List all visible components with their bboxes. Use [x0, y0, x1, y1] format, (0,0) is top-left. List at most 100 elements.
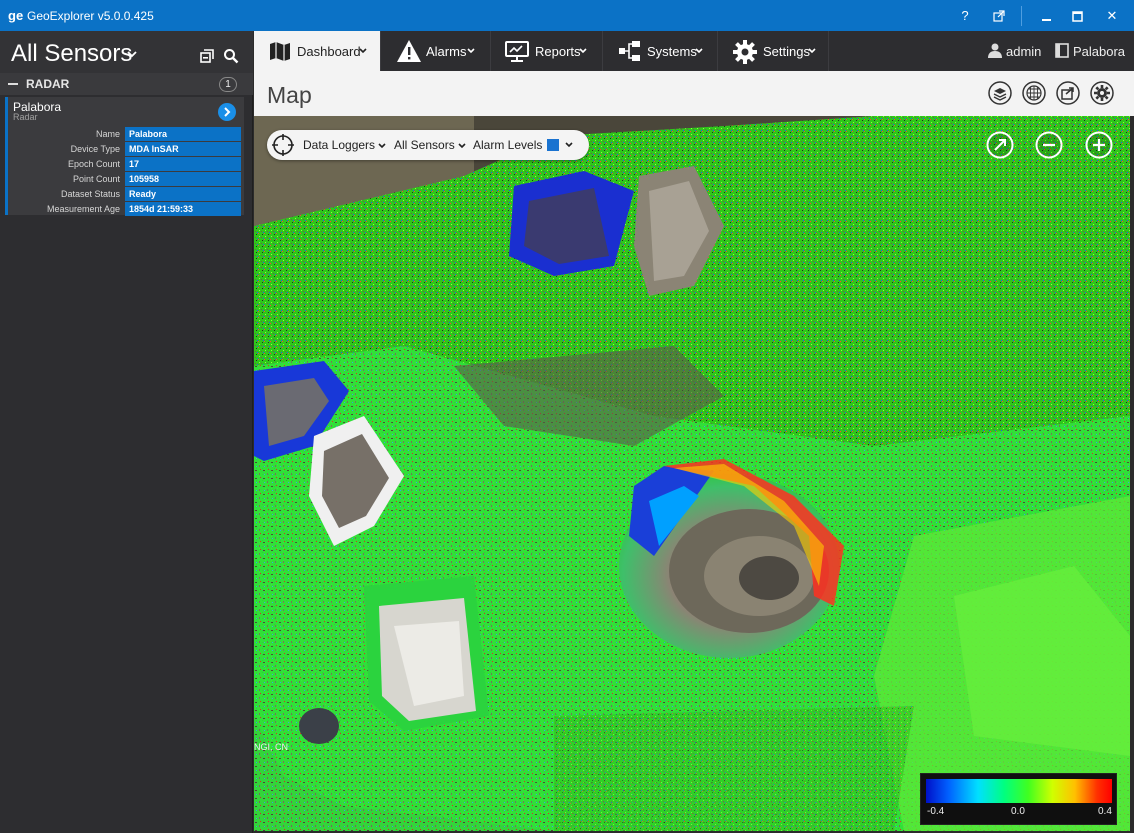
sensor-type: Radar — [13, 112, 38, 122]
grid-globe-icon[interactable] — [1022, 81, 1046, 105]
detail-key: Measurement Age — [46, 204, 120, 214]
locate-icon[interactable] — [271, 133, 295, 157]
nav-label: Dashboard — [297, 44, 361, 59]
zoom-in-icon[interactable] — [1085, 131, 1113, 159]
reset-north-icon[interactable] — [986, 131, 1014, 159]
detail-row: Device Type MDA InSAR — [8, 142, 244, 157]
radar-group-header[interactable]: RADAR 1 — [0, 73, 253, 95]
search-icon[interactable] — [223, 48, 239, 64]
alarm-level-swatch[interactable] — [547, 139, 559, 151]
legend-max: 0.4 — [1098, 806, 1112, 817]
nav-label: Settings — [763, 44, 810, 59]
maximize-icon — [1071, 11, 1083, 22]
nav-alarms[interactable]: Alarms — [381, 31, 491, 71]
sensor-sidebar: All Sensors RADAR 1 Palabora Radar Name … — [0, 31, 253, 833]
page-title: Map — [267, 82, 312, 108]
warning-icon — [397, 40, 421, 62]
detail-row: Name Palabora — [8, 127, 244, 142]
reports-icon — [505, 41, 529, 62]
book-icon — [1055, 43, 1069, 58]
user-menu[interactable]: admin — [988, 43, 1041, 59]
map-settings-icon[interactable] — [1090, 81, 1114, 105]
sensors-label: All Sensors — [394, 138, 455, 152]
zoom-out-icon[interactable] — [1035, 131, 1063, 159]
detail-key: Name — [95, 129, 120, 139]
color-scale-legend: -0.4 0.0 0.4 — [920, 773, 1117, 825]
main-nav: Dashboard Alarms Reports Systems Setting… — [254, 31, 1134, 71]
detail-value: Palabora — [125, 127, 241, 141]
nav-dashboard[interactable]: Dashboard — [254, 31, 381, 71]
alarm-levels-label: Alarm Levels — [473, 138, 543, 152]
detail-value: 105958 — [125, 172, 241, 186]
user-icon — [988, 43, 1002, 58]
minimize-icon — [1041, 19, 1051, 21]
detail-row: Epoch Count 17 — [8, 157, 244, 172]
chevron-down-icon[interactable] — [127, 49, 137, 59]
site-menu[interactable]: Palabora — [1055, 43, 1125, 59]
detail-key: Device Type — [70, 144, 120, 154]
collapse-all-icon[interactable] — [199, 48, 215, 64]
data-loggers-label: Data Loggers — [303, 138, 376, 152]
sensor-card-palabora[interactable]: Palabora Radar Name Palabora Device Type… — [5, 97, 244, 217]
group-label: RADAR — [26, 77, 70, 91]
detail-row: Dataset Status Ready — [8, 187, 244, 202]
nav-label: Reports — [535, 44, 581, 59]
chevron-down-icon — [808, 48, 816, 54]
chevron-down-icon — [579, 48, 587, 54]
legend-min: -0.4 — [927, 806, 945, 817]
data-loggers-dropdown[interactable]: Data Loggers — [303, 138, 386, 152]
color-scale-bar — [926, 779, 1112, 803]
insar-map-image[interactable] — [254, 116, 1130, 831]
sensors-dropdown[interactable]: All Sensors — [394, 138, 466, 152]
sidebar-header: All Sensors — [0, 31, 253, 73]
map-filter-toolbar: Data Loggers All Sensors Alarm Levels — [267, 130, 589, 160]
detail-value: 17 — [125, 157, 241, 171]
legend-mid: 0.0 — [1011, 806, 1025, 817]
nav-systems[interactable]: Systems — [603, 31, 718, 71]
app-logo: ge — [8, 8, 24, 23]
chevron-down-icon[interactable] — [565, 142, 573, 148]
title-bar: ge GeoExplorer v5.0.0.425 ? ✕ — [0, 0, 1134, 31]
detail-row: Point Count 105958 — [8, 172, 244, 187]
chevron-down-icon — [359, 48, 367, 54]
nav-label: Systems — [647, 44, 697, 59]
detail-value: MDA InSAR — [125, 142, 241, 156]
chevron-down-icon — [467, 48, 475, 54]
detail-value: Ready — [125, 187, 241, 201]
chevron-down-icon — [458, 143, 466, 149]
titlebar-divider — [1021, 6, 1022, 26]
systems-icon — [619, 41, 640, 61]
share-icon[interactable] — [1056, 81, 1080, 105]
group-count-badge: 1 — [219, 77, 237, 92]
sensor-filter-dropdown[interactable]: All Sensors — [11, 40, 132, 68]
chevron-down-icon — [378, 143, 386, 149]
maximize-button[interactable] — [1066, 6, 1088, 26]
detail-value: 1854d 21:59:33 — [125, 202, 241, 216]
help-button[interactable]: ? — [954, 6, 976, 26]
detail-key: Epoch Count — [67, 159, 120, 169]
nav-reports[interactable]: Reports — [491, 31, 603, 71]
window-title: GeoExplorer v5.0.0.425 — [27, 9, 154, 23]
popout-button[interactable] — [988, 6, 1010, 26]
collapse-icon — [8, 83, 18, 85]
detail-row: Measurement Age 1854d 21:59:33 — [8, 202, 244, 217]
site-name: Palabora — [1073, 44, 1126, 59]
popout-icon — [993, 10, 1005, 22]
detail-key: Point Count — [72, 174, 120, 184]
nav-label: Alarms — [426, 44, 467, 59]
layers-icon[interactable] — [988, 81, 1012, 105]
close-button[interactable]: ✕ — [1101, 6, 1123, 26]
page-header: Map — [254, 71, 1134, 116]
map-icon — [270, 42, 290, 61]
chevron-right-icon — [224, 107, 231, 117]
minimize-button[interactable] — [1035, 6, 1057, 26]
sensor-open-button[interactable] — [218, 103, 236, 121]
map-attribution: NGI, CN — [254, 742, 289, 752]
nav-settings[interactable]: Settings — [718, 31, 829, 71]
gear-icon — [733, 40, 757, 64]
user-name: admin — [1006, 44, 1042, 59]
app-window: ge GeoExplorer v5.0.0.425 ? ✕ All Sensor… — [0, 0, 1134, 833]
map-view[interactable]: Data Loggers All Sensors Alarm Levels NG… — [254, 116, 1130, 831]
detail-key: Dataset Status — [60, 189, 120, 199]
alarm-levels-dropdown[interactable]: Alarm Levels — [473, 138, 542, 152]
